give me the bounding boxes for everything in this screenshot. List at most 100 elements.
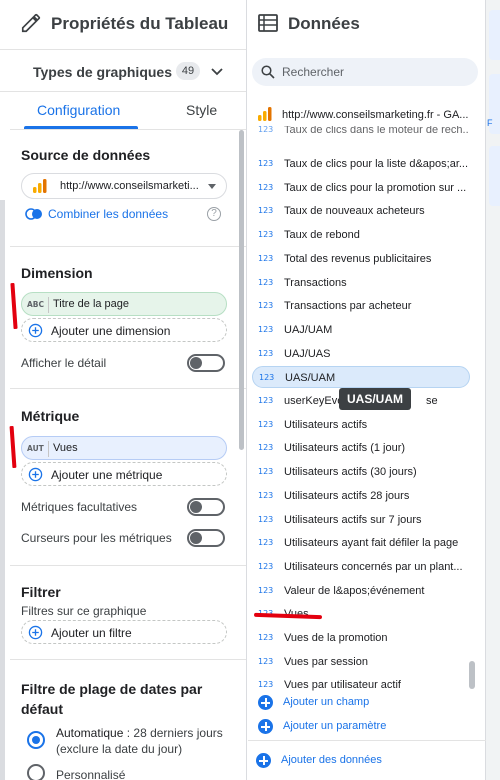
- metric-sliders-toggle[interactable]: [187, 529, 225, 547]
- list-item[interactable]: 123 Taux de rebond: [252, 224, 470, 246]
- number-type-icon: 123: [258, 348, 274, 358]
- divider: [10, 388, 246, 389]
- filter-title: Filtrer: [21, 584, 61, 600]
- number-type-icon: 123: [258, 126, 274, 134]
- add-circle-icon: [28, 467, 43, 482]
- number-type-icon: 123: [258, 277, 274, 287]
- list-item[interactable]: 123 Valeur de l&apos;événement: [252, 580, 470, 602]
- field-name: Total des revenus publicitaires: [284, 252, 432, 265]
- add-parameter-label: Ajouter un paramètre: [283, 720, 387, 732]
- search-placeholder: Rechercher: [282, 65, 345, 79]
- list-item[interactable]: 123 Utilisateurs actifs sur 7 jours: [252, 509, 470, 531]
- list-item[interactable]: 123 Utilisateurs ayant fait défiler la pa…: [252, 532, 470, 554]
- auto-type-icon: AUT: [27, 444, 44, 453]
- divider: [10, 659, 246, 660]
- properties-header: Propriétés du Tableau: [0, 0, 246, 50]
- number-type-icon: 123: [258, 301, 274, 311]
- list-item[interactable]: 123 Utilisateurs actifs (30 jours): [252, 461, 470, 483]
- add-filter-button[interactable]: Ajouter un filtre: [21, 620, 227, 644]
- active-tab-indicator: [24, 126, 138, 129]
- optional-metrics-label: Métriques facultatives: [21, 500, 138, 514]
- field-name: Utilisateurs actifs (30 jours): [284, 466, 417, 479]
- list-item[interactable]: 123 Taux de clics pour la promotion sur .…: [252, 177, 470, 199]
- list-item[interactable]: 123 UAS/UAM: [252, 366, 470, 389]
- metric-title: Métrique: [21, 408, 80, 424]
- divider: [10, 565, 246, 566]
- number-type-icon: 123: [258, 396, 274, 405]
- field-name: UAJ/UAM: [284, 323, 333, 336]
- list-item[interactable]: 123 Taux de clics pour la liste d&apos;ar…: [252, 153, 470, 175]
- metric-chip[interactable]: AUT Vues: [21, 436, 227, 460]
- number-type-icon: 123: [258, 159, 274, 168]
- number-type-icon: 123: [258, 443, 274, 453]
- side-rail-tab[interactable]: [489, 10, 500, 60]
- field-name: Utilisateurs actifs 28 jours: [284, 489, 410, 502]
- list-item[interactable]: 123 Vues par utilisateur actif: [252, 674, 470, 692]
- properties-title: Propriétés du Tableau: [51, 14, 229, 33]
- add-dimension-button[interactable]: Ajouter une dimension: [21, 318, 227, 342]
- field-tooltip: UAS/UAM: [339, 388, 411, 410]
- date-range-title: Filtre de plage de dates par défaut: [21, 681, 203, 717]
- list-item[interactable]: 123 Utilisateurs actifs 28 jours: [252, 485, 470, 507]
- list-item[interactable]: 123 Taux de nouveaux acheteurs: [252, 200, 470, 222]
- caret-down-icon: [208, 184, 216, 189]
- list-item[interactable]: 123 Vues de la promotion: [252, 627, 470, 649]
- field-name: Transactions par acheteur: [284, 300, 412, 313]
- optional-metrics-toggle[interactable]: [187, 498, 225, 516]
- data-source-row[interactable]: http://www.conseilsmarketing.fr - GA...: [256, 104, 481, 126]
- field-search-input[interactable]: Rechercher: [252, 58, 478, 86]
- list-item[interactable]: 123 Vues par session: [252, 651, 470, 673]
- list-item[interactable]: 123 Utilisateurs concernés par un plant..…: [252, 556, 470, 578]
- field-list-scrollbar[interactable]: [469, 661, 475, 689]
- auto-date-strong: Automatique: [56, 726, 124, 740]
- side-rail-tab[interactable]: [489, 146, 500, 206]
- list-item[interactable]: 123 Utilisateurs actifs: [252, 414, 470, 436]
- list-item[interactable]: 123 Transactions par acheteur: [252, 295, 470, 317]
- chevron-down-icon[interactable]: [210, 64, 224, 78]
- properties-panel: Propriétés du Tableau Types de graphique…: [0, 0, 247, 780]
- number-type-icon: 123: [258, 230, 274, 240]
- list-item[interactable]: 123 UAJ/UAM: [252, 319, 470, 341]
- add-dimension-label: Ajouter une dimension: [51, 324, 171, 338]
- add-circle-icon: [28, 625, 43, 640]
- properties-scrollbar[interactable]: [239, 130, 244, 450]
- side-rail: F: [486, 0, 500, 780]
- custom-date-radio[interactable]: [27, 764, 45, 780]
- number-type-icon: 123: [258, 490, 274, 500]
- number-type-icon: 123: [258, 633, 274, 642]
- field-name: UAJ/UAS: [284, 347, 331, 360]
- filter-subtitle: Filtres sur ce graphique: [21, 604, 147, 618]
- tab-style[interactable]: Style: [186, 102, 217, 118]
- data-panel-title: Données: [288, 14, 360, 33]
- add-filter-label: Ajouter un filtre: [51, 626, 132, 640]
- auto-date-radio[interactable]: [27, 731, 45, 749]
- field-name: Taux de clics pour la liste d&apos;ar...: [284, 158, 468, 170]
- field-name: Vues par session: [284, 655, 368, 668]
- drill-down-toggle[interactable]: [187, 354, 225, 372]
- list-item[interactable]: 123 Total des revenus publicitaires: [252, 248, 470, 270]
- field-name: Valeur de l&apos;événement: [284, 584, 425, 597]
- list-item[interactable]: 123 Utilisateurs actifs (1 jour): [252, 437, 470, 459]
- radio-dot: [32, 736, 40, 744]
- tab-configuration[interactable]: Configuration: [37, 102, 120, 118]
- add-metric-button[interactable]: Ajouter une métrique: [21, 462, 227, 486]
- list-item[interactable]: 123 UAJ/UAS: [252, 343, 470, 365]
- search-icon: [261, 65, 275, 79]
- number-type-icon: 123: [258, 467, 274, 477]
- list-item[interactable]: 123 Taux de clics dans le moteur de rech…: [252, 126, 470, 141]
- table-icon: [258, 14, 278, 32]
- add-circle-icon: [256, 753, 271, 768]
- list-item[interactable]: 123 Transactions: [252, 272, 470, 294]
- help-icon[interactable]: ?: [207, 207, 221, 221]
- number-type-icon: 123: [258, 253, 274, 263]
- chart-types-selector[interactable]: Types de graphiques 49: [0, 50, 246, 92]
- blend-icon: [25, 208, 42, 220]
- field-name: Taux de nouveaux acheteurs: [284, 205, 425, 218]
- blend-data-link[interactable]: Combiner les données: [48, 207, 168, 221]
- dimension-chip[interactable]: ABC Titre de la page: [21, 292, 227, 316]
- number-type-icon: 123: [258, 538, 274, 548]
- field-name: Utilisateurs concernés par un plant...: [284, 560, 463, 573]
- data-source-select[interactable]: http://www.conseilsmarketi...: [21, 173, 227, 199]
- properties-tabs: Configuration Style: [10, 92, 246, 130]
- chip-separator: [48, 297, 49, 313]
